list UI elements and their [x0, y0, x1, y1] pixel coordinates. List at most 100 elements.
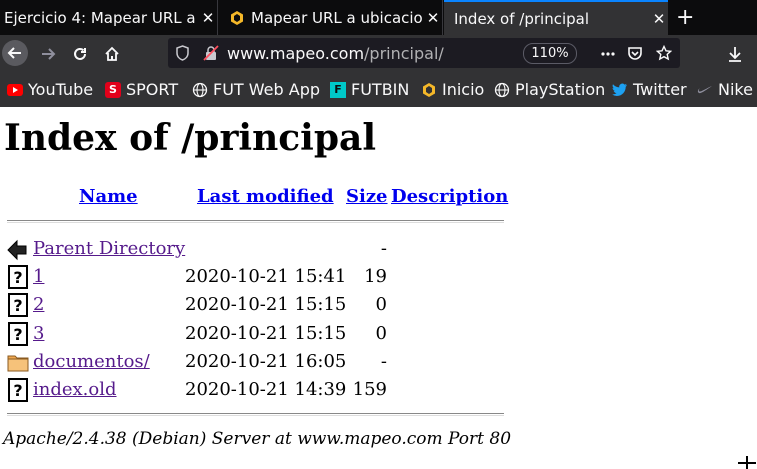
- bookmark-futbin[interactable]: F FUTBIN: [330, 80, 409, 99]
- parent-directory-link[interactable]: Parent Directory: [33, 238, 185, 259]
- bookmarks-toolbar: YouTube S SPORT FUT Web App F FUTBIN Ini…: [0, 72, 757, 107]
- bookmark-label: YouTube: [28, 80, 94, 99]
- sort-by-name-link[interactable]: Name: [79, 186, 138, 207]
- bookmark-twitter[interactable]: Twitter: [612, 80, 687, 99]
- bookmark-sport[interactable]: S SPORT: [105, 80, 178, 99]
- server-signature: Apache/2.4.38 (Debian) Server at www.map…: [3, 429, 512, 449]
- futbin-icon: F: [330, 81, 346, 98]
- reload-icon: [74, 47, 86, 60]
- home-button[interactable]: [98, 40, 126, 68]
- new-tab-button[interactable]: +: [676, 5, 694, 30]
- bookmark-playstation[interactable]: PlayStation: [494, 80, 605, 99]
- file-link[interactable]: index.old: [33, 379, 117, 400]
- bookmark-label: Nike: [718, 80, 753, 99]
- divider: [7, 220, 504, 223]
- back-button[interactable]: [2, 40, 28, 66]
- unknown-file-icon: ?: [8, 378, 28, 402]
- svg-text:?: ?: [13, 268, 22, 287]
- last-modified: 2020-10-21 15:15: [185, 294, 347, 315]
- page-content: Index of /principal Name Last modified S…: [0, 107, 757, 469]
- last-modified: 2020-10-21 14:39: [185, 379, 347, 400]
- list-item: documentos/ 2020-10-21 16:05 -: [0, 350, 520, 376]
- list-item: Parent Directory -: [0, 237, 520, 263]
- shield-icon[interactable]: [175, 45, 190, 61]
- page-title: Index of /principal: [4, 117, 377, 159]
- list-item: ? 2 2020-10-21 15:15 0: [0, 293, 520, 319]
- insecure-lock-icon[interactable]: [203, 45, 219, 61]
- site-favicon-icon: [231, 10, 243, 25]
- close-icon[interactable]: ✕: [424, 9, 442, 27]
- back-arrow-icon: [7, 47, 21, 59]
- navigation-toolbar: www.mapeo.com/principal/ 110%: [0, 35, 757, 72]
- svg-text:?: ?: [13, 381, 22, 400]
- tab-ejercicio[interactable]: Ejercicio 4: Mapear URL a ✕: [0, 0, 218, 35]
- list-item: ? 1 2020-10-21 15:41 19: [0, 265, 520, 291]
- address-bar[interactable]: www.mapeo.com/principal/ 110%: [168, 38, 680, 68]
- zoom-level-badge[interactable]: 110%: [523, 43, 577, 64]
- list-item: ? index.old 2020-10-21 14:39 159: [0, 378, 520, 404]
- bookmark-label: Inicio: [442, 80, 485, 99]
- list-item: ? 3 2020-10-21 15:15 0: [0, 322, 520, 348]
- home-icon: [105, 46, 119, 61]
- file-link[interactable]: 1: [33, 266, 44, 287]
- sort-by-description-link[interactable]: Description: [391, 186, 508, 207]
- sort-by-modified-link[interactable]: Last modified: [197, 186, 334, 207]
- globe-icon: [192, 82, 208, 97]
- youtube-icon: [7, 83, 23, 96]
- reload-button[interactable]: [66, 40, 94, 68]
- tab-label: Index of /principal: [454, 9, 589, 28]
- tab-label: Mapear URL a ubicacion: [251, 8, 424, 27]
- bookmark-nike[interactable]: Nike: [697, 80, 753, 99]
- bookmark-label: FUT Web App: [213, 80, 320, 99]
- file-size: 19: [364, 266, 387, 287]
- svg-text:?: ?: [13, 325, 22, 344]
- tab-index-principal[interactable]: Index of /principal ✕: [444, 0, 668, 35]
- pocket-icon[interactable]: [627, 45, 643, 61]
- tab-label: Ejercicio 4: Mapear URL a: [4, 8, 196, 27]
- back-arrow-icon: [7, 239, 27, 261]
- nike-swoosh-icon: [697, 85, 712, 93]
- bookmark-label: Twitter: [633, 80, 687, 99]
- tab-strip: Ejercicio 4: Mapear URL a ✕ Mapear URL a…: [0, 0, 757, 35]
- inicio-icon: [423, 82, 435, 97]
- bookmark-inicio[interactable]: Inicio: [421, 80, 484, 99]
- tab-mapear-url[interactable]: Mapear URL a ubicacion ✕: [219, 0, 443, 35]
- download-icon[interactable]: [726, 45, 744, 63]
- forward-arrow-icon: [42, 48, 56, 60]
- bookmark-fut-web-app[interactable]: FUT Web App: [192, 80, 320, 99]
- globe-icon: [494, 82, 510, 97]
- unknown-file-icon: ?: [8, 293, 28, 317]
- last-modified: 2020-10-21 15:41: [185, 266, 347, 287]
- last-modified: 2020-10-21 16:05: [185, 351, 347, 372]
- unknown-file-icon: ?: [8, 322, 28, 346]
- sport-icon: S: [105, 81, 121, 98]
- bookmark-star-icon[interactable]: [656, 45, 672, 61]
- bookmark-label: SPORT: [126, 80, 179, 99]
- crosshair-cursor-icon: [738, 456, 756, 469]
- svg-text:?: ?: [13, 296, 22, 315]
- file-size: 0: [375, 323, 387, 344]
- divider: [7, 413, 504, 416]
- file-size: 159: [352, 379, 387, 400]
- url-path: /principal/: [364, 44, 444, 63]
- forward-button[interactable]: [34, 40, 62, 68]
- file-size: -: [380, 351, 387, 372]
- url-text[interactable]: www.mapeo.com/principal/: [227, 44, 444, 63]
- folder-icon: [7, 355, 29, 372]
- file-size: -: [380, 238, 387, 259]
- url-host: www.mapeo.com: [227, 44, 365, 63]
- close-icon[interactable]: ✕: [199, 9, 217, 27]
- folder-link[interactable]: documentos/: [33, 351, 150, 372]
- file-link[interactable]: 2: [33, 294, 44, 315]
- unknown-file-icon: ?: [8, 265, 28, 289]
- last-modified: 2020-10-21 15:15: [185, 323, 347, 344]
- close-icon[interactable]: ✕: [650, 10, 668, 28]
- file-link[interactable]: 3: [33, 323, 44, 344]
- bookmark-label: FUTBIN: [351, 80, 410, 99]
- sort-by-size-link[interactable]: Size: [346, 186, 388, 207]
- file-size: 0: [375, 294, 387, 315]
- twitter-icon: [612, 83, 627, 96]
- bookmark-youtube[interactable]: YouTube: [7, 80, 93, 99]
- more-actions-icon[interactable]: [600, 46, 616, 62]
- bookmark-label: PlayStation: [515, 80, 606, 99]
